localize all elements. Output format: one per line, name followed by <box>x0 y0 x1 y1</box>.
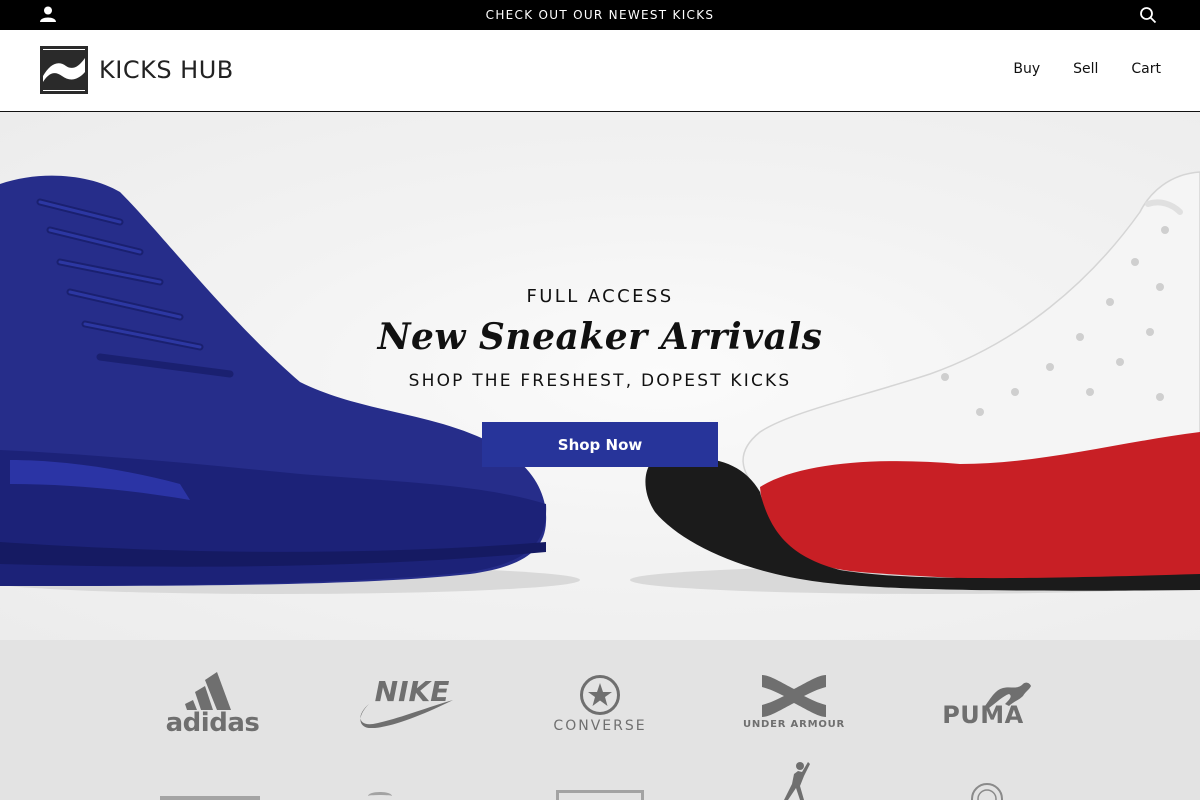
medusa-logo-partial[interactable] <box>970 782 1004 800</box>
logo-mark-icon <box>40 46 88 94</box>
jumpman-icon[interactable] <box>772 760 812 800</box>
brand-nike[interactable]: NIKE <box>350 678 460 728</box>
adidas-logo-icon <box>184 672 231 710</box>
brand-puma-name: PUMA <box>942 701 1024 729</box>
announcement-bar: CHECK OUT OUR NEWEST KICKS <box>0 0 1200 30</box>
logo-text: KICKS HUB <box>99 56 234 84</box>
hero-title: New Sneaker Arrivals <box>377 316 823 358</box>
brand-logo-partial-2[interactable] <box>368 792 392 800</box>
brand-logo-partial-1[interactable] <box>160 796 260 800</box>
brand-converse-name: CONVERSE <box>553 718 647 734</box>
site-header: KICKS HUB Buy Sell Cart <box>0 30 1200 112</box>
brand-adidas-name: adidas <box>165 708 260 738</box>
announcement-text[interactable]: CHECK OUT OUR NEWEST KICKS <box>0 8 1200 22</box>
main-nav: Buy Sell Cart <box>1013 61 1161 77</box>
brand-puma[interactable]: PUMA <box>936 680 1040 729</box>
brand-under-armour[interactable]: UNDER ARMOUR <box>734 673 854 730</box>
site-logo[interactable]: KICKS HUB <box>40 46 234 94</box>
hero-subtitle: SHOP THE FRESHEST, DOPEST KICKS <box>408 371 792 391</box>
nav-cart[interactable]: Cart <box>1131 61 1161 77</box>
hero-kicker: FULL ACCESS <box>526 286 674 307</box>
nike-swoosh-icon <box>360 700 453 728</box>
brand-adidas[interactable]: adidas <box>160 670 265 736</box>
shop-now-button[interactable]: Shop Now <box>482 422 718 467</box>
hero-banner: FULL ACCESS New Sneaker Arrivals SHOP TH… <box>0 112 1200 640</box>
under-armour-logo-icon <box>762 675 826 717</box>
brand-converse[interactable]: CONVERSE <box>545 674 655 734</box>
brand-logo-partial-3[interactable] <box>556 790 644 800</box>
brand-under-armour-name: UNDER ARMOUR <box>742 719 846 730</box>
nav-sell[interactable]: Sell <box>1073 61 1098 77</box>
converse-star-icon <box>580 675 620 715</box>
nav-buy[interactable]: Buy <box>1013 61 1040 77</box>
brand-logos: adidas NIKE CONVERSE UNDER ARMOUR PUMA <box>0 640 1200 800</box>
search-icon[interactable] <box>1139 6 1157 24</box>
